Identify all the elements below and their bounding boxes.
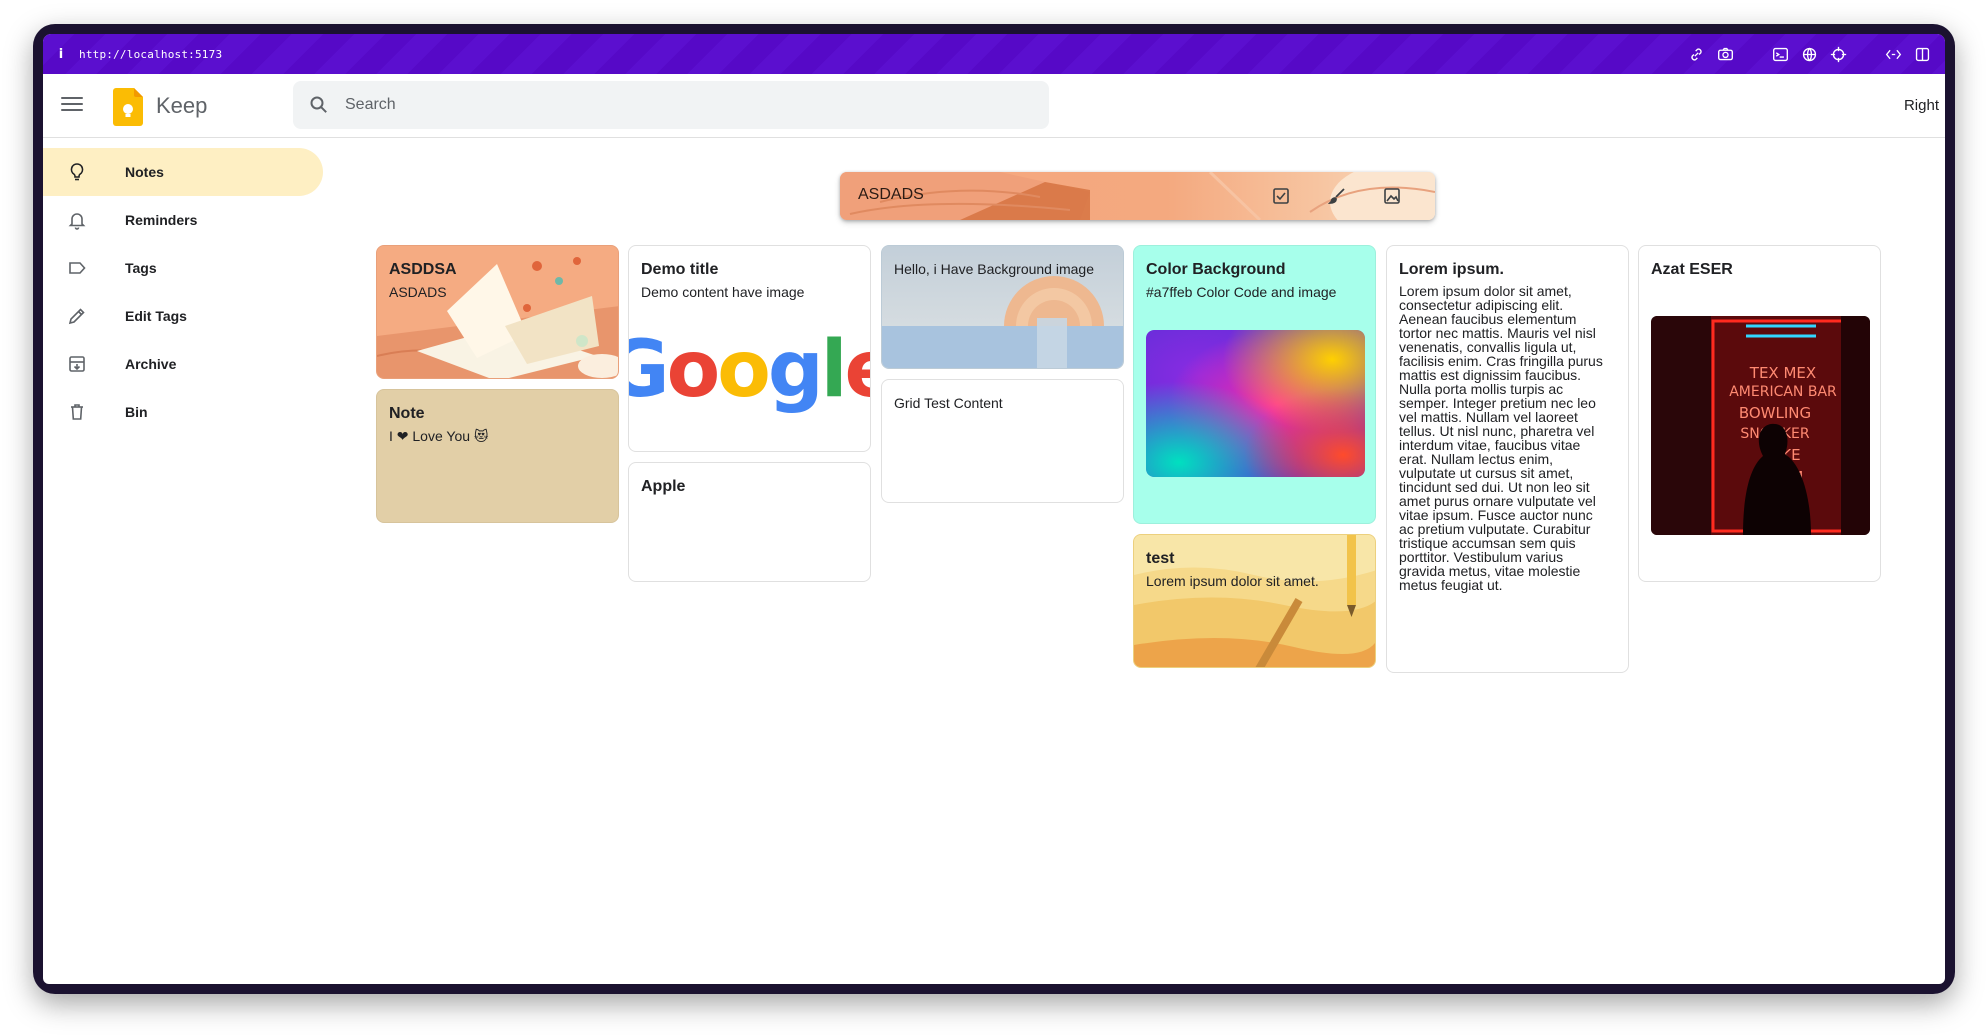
menu-icon[interactable]: [61, 94, 83, 116]
note-card[interactable]: test Lorem ipsum dolor sit amet.: [1133, 534, 1376, 668]
neon-sign-text: AMERICAN BAR: [1729, 384, 1837, 400]
sidebar-item-notes[interactable]: Notes: [43, 148, 323, 196]
note-card[interactable]: ASDDSA ASDADS: [376, 245, 619, 379]
note-title: Azat ESER: [1651, 261, 1733, 278]
note-body: ASDADS: [389, 284, 447, 300]
sidebar-item-label: Archive: [125, 356, 177, 372]
note-card[interactable]: Grid Test Content: [881, 379, 1124, 503]
checkbox-icon[interactable]: [1271, 186, 1291, 206]
note-card[interactable]: Note I ❤ Love You 😻: [376, 389, 619, 523]
note-card[interactable]: Color Background #a7ffeb Color Code and …: [1133, 245, 1376, 524]
google-logo-letter: o: [717, 325, 768, 415]
google-logo-image: Google: [629, 325, 871, 415]
brush-icon[interactable]: [1327, 186, 1347, 206]
url-text[interactable]: http://localhost:5173: [79, 48, 222, 61]
note-composer[interactable]: ASDADS: [840, 172, 1435, 220]
note-card[interactable]: Azat ESER TEX MEX AMERICAN BAR BOWLING S…: [1638, 245, 1881, 582]
sidebar-item-label: Reminders: [125, 212, 198, 228]
note-title: Lorem ipsum.: [1399, 261, 1504, 278]
app-title: Keep: [156, 93, 208, 118]
google-logo-letter: o: [667, 325, 718, 415]
note-title: test: [1146, 550, 1175, 567]
app-header: Keep Right: [43, 74, 1945, 138]
note-card[interactable]: Demo title Demo content have image Googl…: [628, 245, 871, 452]
note-card[interactable]: Hello, i Have Background image: [881, 245, 1124, 369]
header-right-label[interactable]: Right: [1904, 97, 1939, 114]
note-body: #a7ffeb Color Code and image: [1146, 284, 1337, 300]
composer-title[interactable]: ASDADS: [858, 186, 924, 204]
camera-icon[interactable]: [1717, 46, 1734, 63]
neon-sign-text: TEX MEX: [1749, 364, 1816, 382]
svg-text:Google: Google: [629, 325, 871, 415]
note-title: Grid Test Content: [894, 395, 1003, 411]
sidebar-item-label: Edit Tags: [125, 308, 187, 324]
note-title: Apple: [641, 478, 686, 495]
crosshair-icon[interactable]: [1830, 46, 1847, 63]
note-title: Demo title: [641, 261, 719, 278]
sidebar: Notes Reminders Tags Edit Tags Archive B…: [43, 148, 323, 436]
bell-icon: [68, 213, 86, 230]
sidebar-item-tags[interactable]: Tags: [43, 244, 323, 292]
terminal-icon[interactable]: [1772, 46, 1789, 63]
google-logo-letter: l: [821, 325, 845, 415]
sidebar-item-label: Tags: [125, 260, 157, 276]
note-body: Lorem ipsum dolor sit amet, consectetur a…: [1399, 283, 1603, 593]
browser-toolbar: i http://localhost:5173: [43, 34, 1945, 74]
sidebar-item-label: Bin: [125, 404, 148, 420]
sidebar-item-bin[interactable]: Bin: [43, 388, 323, 436]
google-logo-letter: G: [629, 325, 667, 415]
note-body: I ❤ Love You 😻: [389, 428, 489, 444]
sidebar-item-reminders[interactable]: Reminders: [43, 196, 323, 244]
link-icon[interactable]: [1688, 46, 1705, 63]
google-logo-letter: e: [844, 325, 871, 415]
app-screen: i http://localhost:5173 Keep Search Righ…: [43, 34, 1945, 984]
info-icon[interactable]: i: [43, 47, 79, 62]
lightbulb-icon: [70, 163, 84, 181]
neon-bar-photo: TEX MEX AMERICAN BAR BOWLING SNOOKER KE …: [1651, 316, 1870, 535]
trash-icon: [71, 404, 83, 420]
note-body: Demo content have image: [641, 284, 805, 300]
note-card[interactable]: Apple: [628, 462, 871, 582]
note-title: Hello, i Have Background image: [894, 261, 1094, 277]
code-icon[interactable]: [1885, 46, 1902, 63]
note-body: Lorem ipsum dolor sit amet.: [1146, 573, 1319, 589]
note-title: Note: [389, 405, 425, 422]
sidebar-item-edit-tags[interactable]: Edit Tags: [43, 292, 323, 340]
gradient-image: [1146, 330, 1365, 477]
label-icon: [69, 262, 86, 274]
globe-icon[interactable]: [1801, 46, 1818, 63]
note-title: Color Background: [1146, 261, 1286, 278]
search-input[interactable]: [345, 81, 1025, 129]
note-card[interactable]: Lorem ipsum. Lorem ipsum dolor sit amet,…: [1386, 245, 1629, 673]
google-logo-letter: g: [768, 325, 821, 415]
search-icon[interactable]: [309, 95, 329, 115]
keep-logo: [113, 88, 143, 126]
image-icon[interactable]: [1382, 186, 1402, 206]
archive-icon: [69, 356, 85, 372]
pencil-icon: [68, 308, 85, 325]
search-bar[interactable]: [293, 81, 1049, 129]
split-view-icon[interactable]: [1914, 46, 1931, 63]
neon-sign-text: BOWLING: [1739, 404, 1811, 422]
sidebar-item-archive[interactable]: Archive: [43, 340, 323, 388]
note-title: ASDDSA: [389, 261, 457, 278]
sidebar-item-label: Notes: [125, 164, 164, 180]
window-frame: i http://localhost:5173 Keep Search Righ…: [33, 24, 1955, 994]
